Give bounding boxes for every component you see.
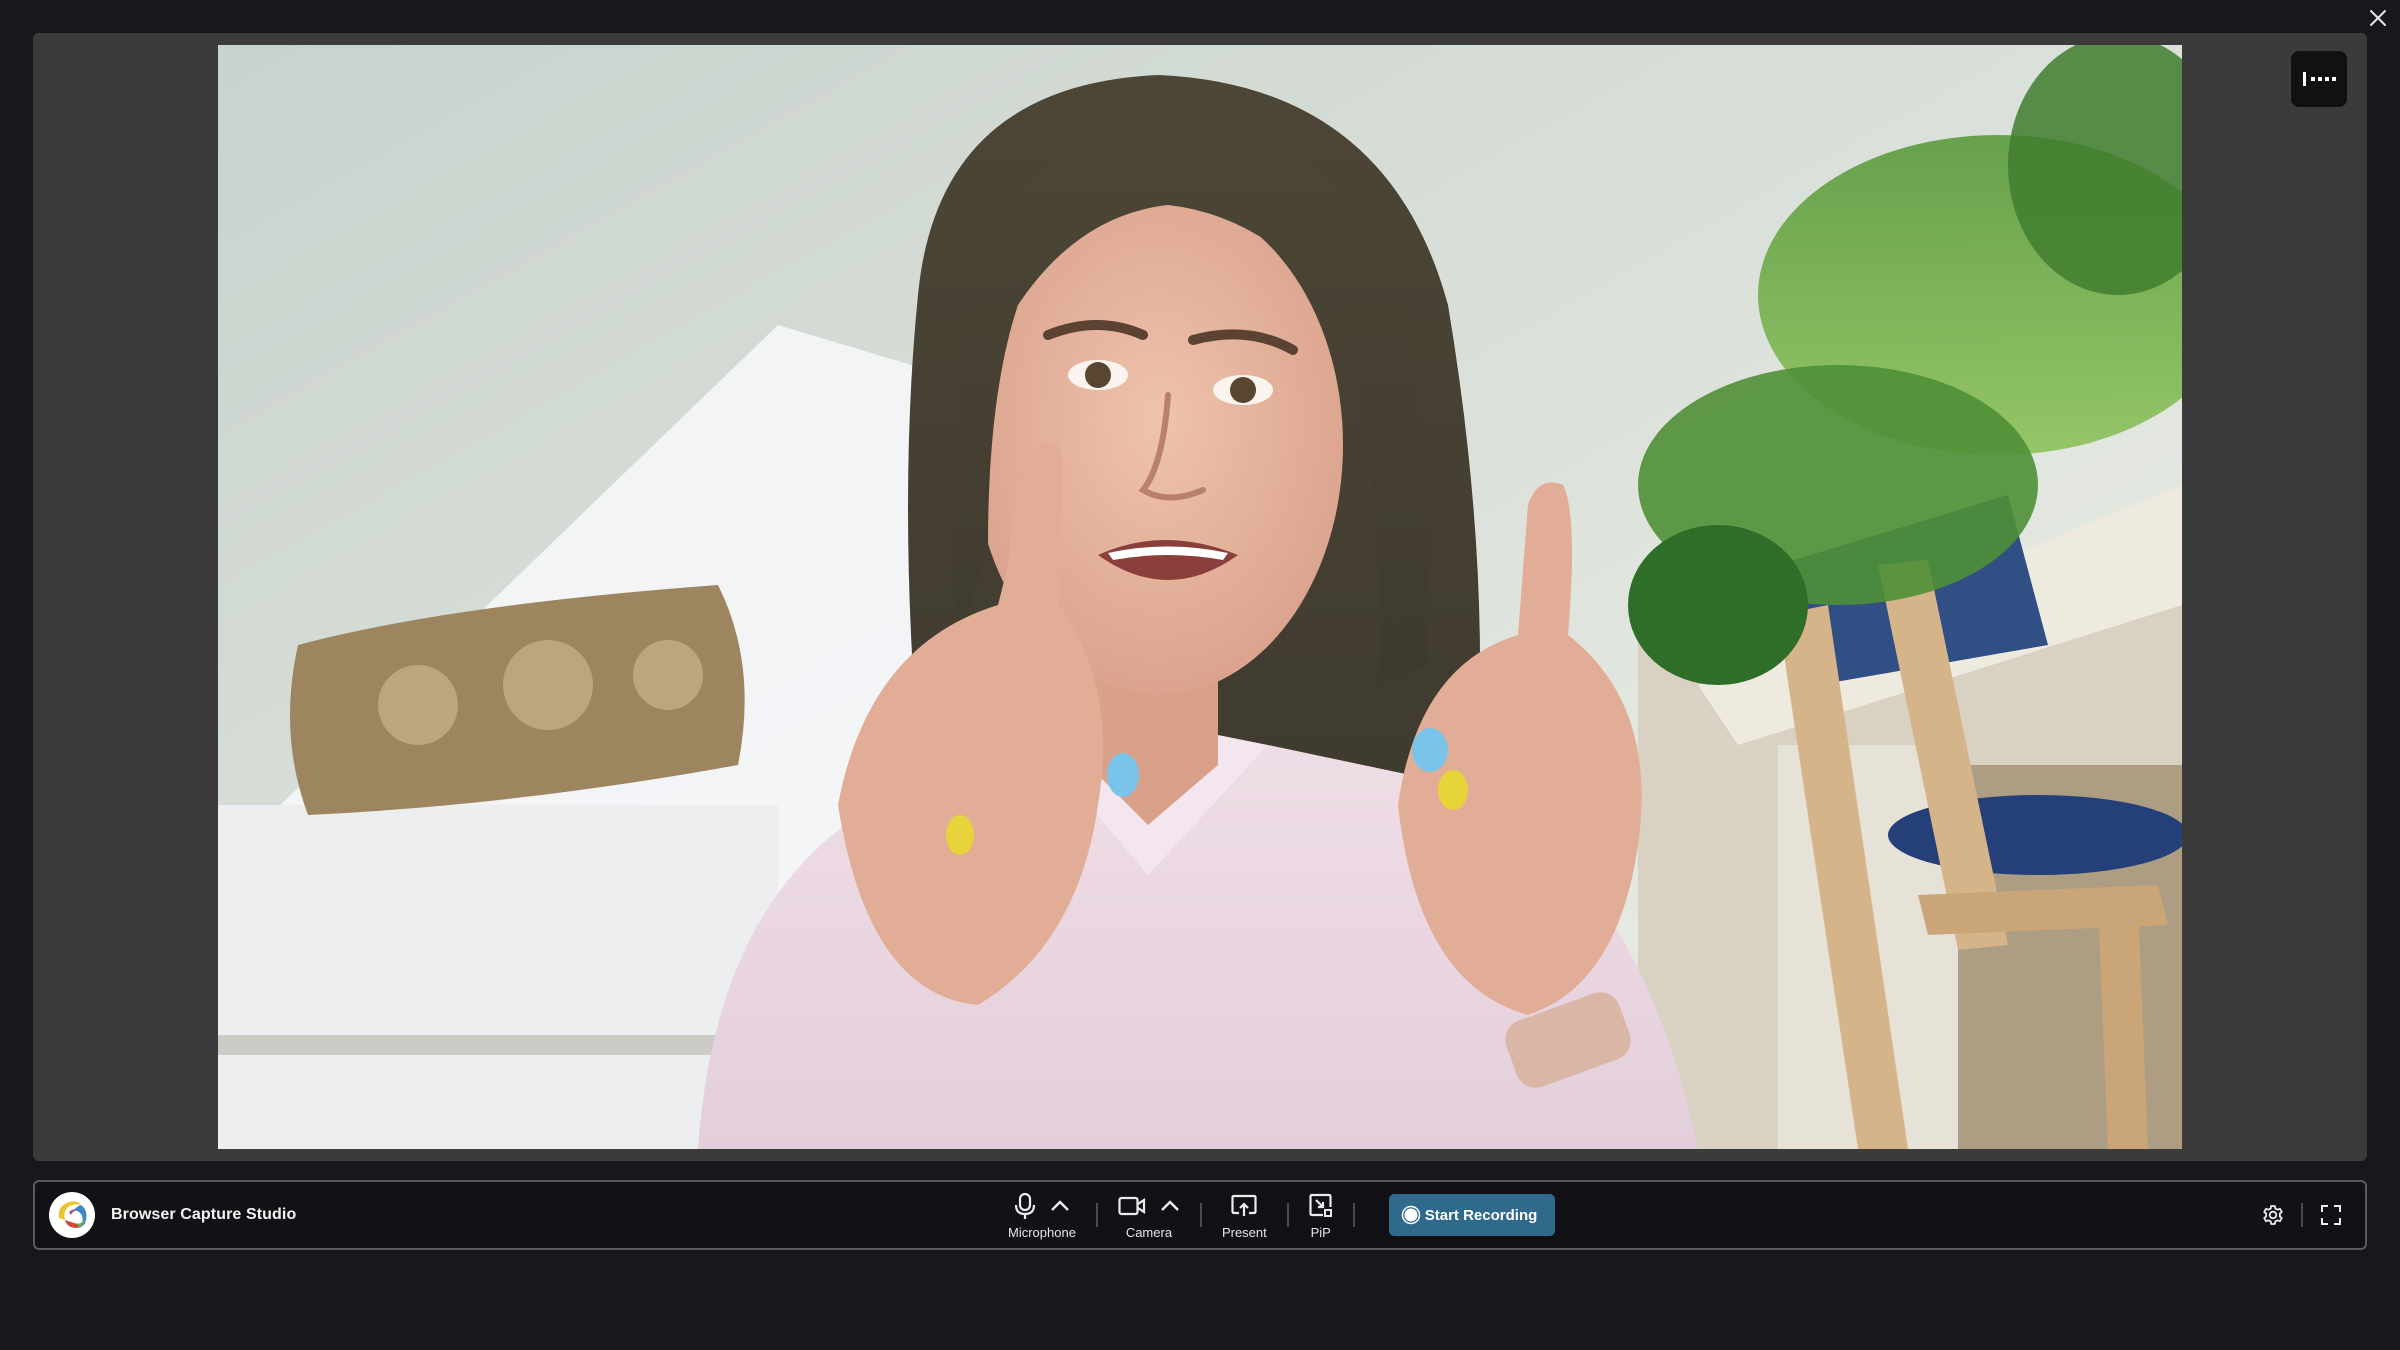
microphone-label: Microphone [1008,1224,1076,1240]
brand: Browser Capture Studio [49,1182,296,1248]
start-recording-label: Start Recording [1424,1206,1538,1224]
toolbar-right-tools [2255,1182,2349,1248]
camera-label: Camera [1125,1224,1173,1240]
present-control[interactable]: Present [1214,1191,1275,1240]
bottom-toolbar: Browser Capture Studio Microphone Camera… [33,1180,2367,1250]
divider [1199,1203,1202,1227]
camera-icon[interactable] [1118,1196,1146,1216]
record-icon [1401,1205,1420,1225]
present-label: Present [1221,1224,1267,1240]
pip-control[interactable]: PiP [1301,1191,1341,1240]
divider [1286,1203,1289,1227]
audio-level-icon [2303,72,2336,86]
app-name: Browser Capture Studio [111,1206,297,1223]
fullscreen-button[interactable] [2313,1197,2349,1233]
close-button[interactable] [2364,4,2392,32]
media-controls: Microphone Camera Present PiP Start Reco… [1000,1182,1556,1248]
start-recording-button[interactable]: Start Recording [1388,1194,1556,1236]
settings-button[interactable] [2255,1197,2291,1233]
present-screen-icon[interactable] [1231,1194,1257,1218]
camera-control[interactable]: Camera [1110,1191,1188,1240]
app-logo-icon [49,1192,95,1238]
microphone-control[interactable]: Microphone [1000,1191,1084,1240]
picture-in-picture-icon[interactable] [1309,1193,1333,1219]
divider [2301,1203,2303,1227]
divider [1352,1203,1355,1227]
pip-label: PiP [1310,1224,1331,1240]
camera-options-chevron-icon[interactable] [1160,1199,1180,1213]
camera-preview-image [218,45,2182,1149]
microphone-icon[interactable] [1014,1192,1036,1220]
close-icon [2370,10,2386,26]
audio-level-button[interactable] [2291,51,2347,107]
fullscreen-icon [2321,1205,2341,1225]
microphone-options-chevron-icon[interactable] [1050,1199,1070,1213]
divider [1095,1203,1098,1227]
camera-preview [218,45,2182,1149]
gear-icon [2263,1205,2283,1225]
